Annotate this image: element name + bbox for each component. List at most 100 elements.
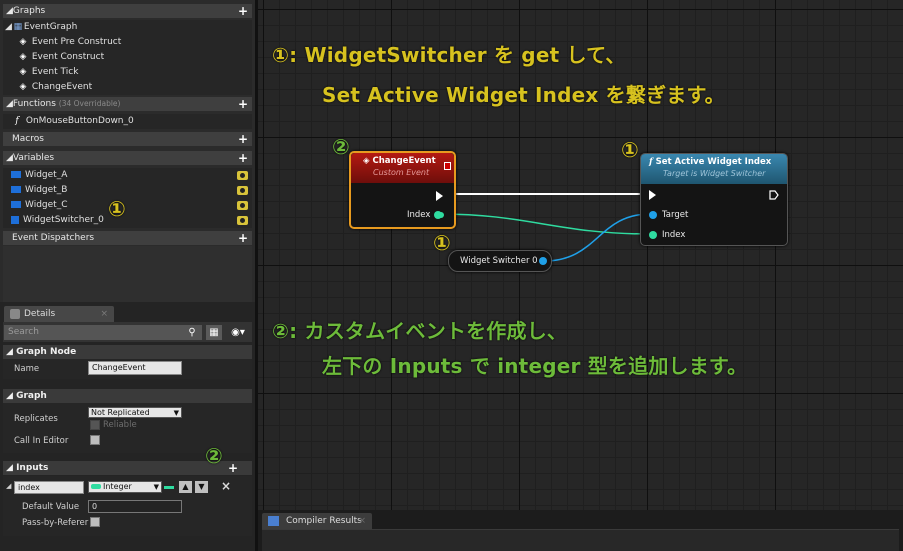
sidebar-item-variable[interactable]: WidgetSwitcher_0 bbox=[3, 213, 252, 228]
graph-node-section-header[interactable]: ◢ Graph Node bbox=[3, 345, 252, 359]
single-value-icon bbox=[164, 486, 174, 489]
event-label: Event Construct bbox=[31, 52, 105, 62]
graph-node-header-label: Graph Node bbox=[16, 347, 77, 357]
graph-section-header[interactable]: ◢ Graph bbox=[3, 389, 252, 403]
close-tab-button[interactable]: × bbox=[100, 306, 108, 322]
annotation-2-line-2: 左下の Inputs で integer 型を追加します。 bbox=[322, 354, 748, 378]
annotation-badge-1: ① bbox=[108, 197, 126, 221]
add-variable-button[interactable]: + bbox=[238, 151, 248, 165]
annotation-badge-2: ② bbox=[332, 135, 350, 159]
node-title: ◈ ChangeEvent bbox=[363, 156, 436, 166]
set-node-title: Set Active Widget Index bbox=[655, 157, 772, 167]
call-in-editor-label: Call In Editor bbox=[14, 436, 69, 446]
delegate-pin-icon[interactable] bbox=[444, 162, 451, 170]
eye-icon[interactable] bbox=[237, 216, 248, 225]
search-icon[interactable]: ⚲ bbox=[184, 325, 200, 340]
eye-filter-icon[interactable]: ◉▾ bbox=[226, 325, 250, 340]
integer-type-icon bbox=[91, 484, 101, 489]
sidebar-item-function[interactable]: f OnMouseButtonDown_0 bbox=[3, 114, 252, 129]
pass-by-reference-checkbox[interactable] bbox=[90, 517, 100, 527]
default-value-field[interactable]: 0 bbox=[88, 500, 182, 513]
sidebar-item-variable[interactable]: Widget_A bbox=[3, 168, 252, 183]
close-tab-button[interactable]: × bbox=[358, 513, 366, 529]
event-graph-canvas[interactable]: ①: WidgetSwitcher を get して、 Set Active W… bbox=[258, 0, 903, 510]
compiler-results-body bbox=[262, 529, 899, 551]
event-icon: ◈ bbox=[19, 52, 27, 62]
index-input-pin[interactable] bbox=[649, 231, 657, 239]
variable-type-icon bbox=[11, 201, 21, 208]
add-macro-button[interactable]: + bbox=[238, 132, 248, 146]
move-up-button[interactable]: ▲ bbox=[179, 481, 192, 493]
add-input-button[interactable]: + bbox=[228, 461, 238, 475]
eventgraph-label: EventGraph bbox=[23, 22, 78, 32]
sidebar-item-variable[interactable]: Widget_C bbox=[3, 198, 252, 213]
add-function-button[interactable]: + bbox=[238, 97, 248, 111]
macros-section-header[interactable]: Macros + bbox=[3, 132, 252, 146]
tab-details[interactable]: Details × bbox=[4, 306, 114, 322]
variables-section-header[interactable]: ◢Variables + bbox=[3, 151, 252, 165]
eye-icon[interactable] bbox=[237, 201, 248, 210]
remove-input-button[interactable]: × bbox=[221, 479, 231, 493]
my-blueprint-panel: ◢ Graphs + ◢ ▦ EventGraph ◈ Event Pre Constr… bbox=[0, 0, 255, 551]
default-value-label: Default Value bbox=[22, 502, 80, 512]
exec-output-pin[interactable] bbox=[436, 191, 443, 201]
input-name-field[interactable]: index bbox=[14, 481, 84, 494]
getter-label: Widget Switcher 0 bbox=[460, 256, 538, 266]
event-label: ChangeEvent bbox=[31, 82, 93, 92]
sidebar-item-event-pre-construct[interactable]: ◈ Event Pre Construct bbox=[3, 35, 252, 50]
exec-input-pin[interactable] bbox=[649, 190, 656, 200]
event-dispatchers-section-header[interactable]: Event Dispatchers + bbox=[3, 231, 252, 245]
empty-panel-space bbox=[3, 246, 252, 302]
variable-label: Widget_A bbox=[25, 170, 68, 180]
annotation-badge-2: ② bbox=[205, 444, 223, 468]
variables-header-label: Variables bbox=[12, 153, 55, 163]
set-node-subtitle: Target is Widget Switcher bbox=[663, 169, 766, 178]
event-label: Event Tick bbox=[31, 67, 79, 77]
add-dispatcher-button[interactable]: + bbox=[238, 231, 248, 245]
graphs-section-header[interactable]: ◢Graphs + bbox=[3, 4, 252, 18]
eye-icon[interactable] bbox=[237, 186, 248, 195]
name-field[interactable]: ChangeEvent bbox=[88, 361, 182, 375]
call-in-editor-checkbox[interactable] bbox=[90, 435, 100, 445]
variable-type-icon bbox=[11, 171, 21, 178]
compiler-icon bbox=[268, 516, 279, 526]
graph-icon: ▦ bbox=[13, 22, 23, 32]
changeevent-node[interactable]: ◈ ChangeEvent Custom Event Index bbox=[349, 151, 456, 229]
widget-switcher-getter-node[interactable]: Widget Switcher 0 bbox=[448, 250, 552, 272]
index-output-pin[interactable] bbox=[434, 211, 442, 219]
inputs-header-label: Inputs bbox=[16, 463, 49, 473]
annotation-2-line-1: ②: カスタムイベントを作成し、 bbox=[272, 319, 568, 343]
expand-arrow-icon[interactable]: ◢ bbox=[6, 482, 11, 490]
functions-header-label: Functions bbox=[12, 99, 56, 109]
set-active-widget-index-node[interactable]: f Set Active Widget Index Target is Widg… bbox=[640, 153, 788, 246]
replicates-label: Replicates bbox=[14, 414, 58, 424]
functions-section-header[interactable]: ◢Functions (34 Overridable) + bbox=[3, 97, 252, 111]
exec-output-pin[interactable] bbox=[769, 190, 779, 200]
details-icon bbox=[10, 309, 20, 319]
event-node-title: ChangeEvent bbox=[372, 156, 436, 166]
replicates-dropdown[interactable]: Not Replicated bbox=[88, 407, 182, 418]
input-type-label: Integer bbox=[103, 482, 132, 491]
name-label: Name bbox=[14, 364, 40, 374]
eye-icon[interactable] bbox=[237, 171, 248, 180]
event-icon: ◈ bbox=[19, 37, 27, 47]
sidebar-item-eventgraph[interactable]: ◢ ▦ EventGraph bbox=[3, 20, 252, 35]
widget-switcher-output-pin[interactable] bbox=[539, 257, 547, 265]
property-matrix-icon[interactable]: ▦ bbox=[206, 325, 222, 340]
event-label: Event Pre Construct bbox=[31, 37, 122, 47]
move-down-button[interactable]: ▼ bbox=[195, 481, 208, 493]
reliable-checkbox bbox=[90, 420, 100, 430]
target-input-pin[interactable] bbox=[649, 211, 657, 219]
annotation-badge-1: ① bbox=[621, 138, 639, 162]
sidebar-item-event-construct[interactable]: ◈ Event Construct bbox=[3, 50, 252, 65]
variable-label: Widget_B bbox=[25, 185, 68, 195]
add-graph-button[interactable]: + bbox=[238, 4, 248, 18]
pass-by-reference-label: Pass-by-Referer bbox=[22, 518, 89, 528]
index-pin-label: Index bbox=[662, 230, 686, 240]
search-input[interactable]: Search bbox=[4, 325, 202, 340]
sidebar-item-changeevent[interactable]: ◈ ChangeEvent bbox=[3, 80, 252, 95]
sidebar-item-event-tick[interactable]: ◈ Event Tick bbox=[3, 65, 252, 80]
sidebar-item-variable[interactable]: Widget_B bbox=[3, 183, 252, 198]
tab-compiler-results[interactable]: Compiler Results × bbox=[262, 513, 372, 529]
variable-type-icon bbox=[11, 186, 21, 193]
